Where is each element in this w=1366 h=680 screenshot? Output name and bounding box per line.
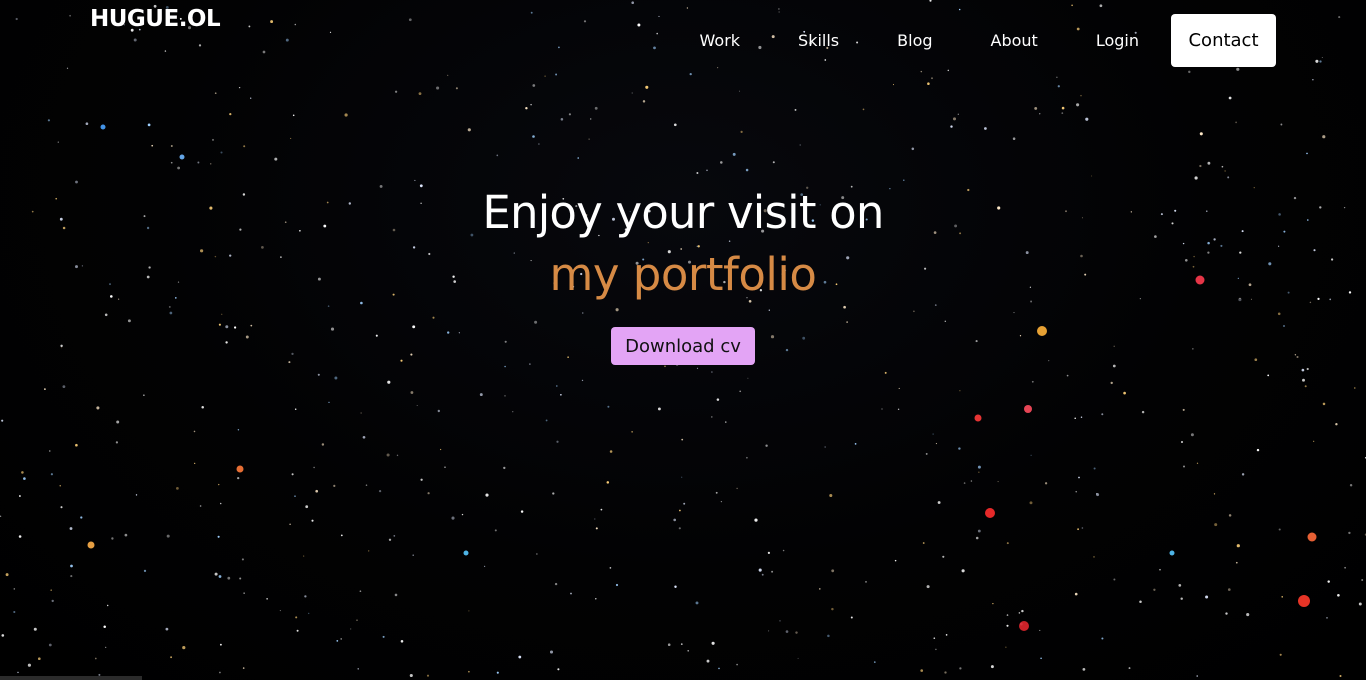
scroll-indicator [0,676,142,680]
hero-title: Enjoy your visit on [482,186,884,239]
download-cv-button[interactable]: Download cv [611,327,755,365]
contact-button[interactable]: Contact [1171,14,1276,67]
nav-item-work[interactable]: Work [700,31,741,50]
nav-item-login[interactable]: Login [1096,31,1139,50]
hero-subtitle: my portfolio [549,248,817,301]
page: HUGUE.OL Work Skills Blog About Login Co… [0,0,1366,680]
nav-item-about[interactable]: About [991,31,1038,50]
nav-item-skills[interactable]: Skills [798,31,839,50]
hero-section: Enjoy your visit on my portfolio Downloa… [0,185,1366,365]
main-nav: Work Skills Blog About Login Contact [700,14,1276,67]
nav-item-blog[interactable]: Blog [897,31,932,50]
site-logo[interactable]: HUGUE.OL [90,6,221,32]
